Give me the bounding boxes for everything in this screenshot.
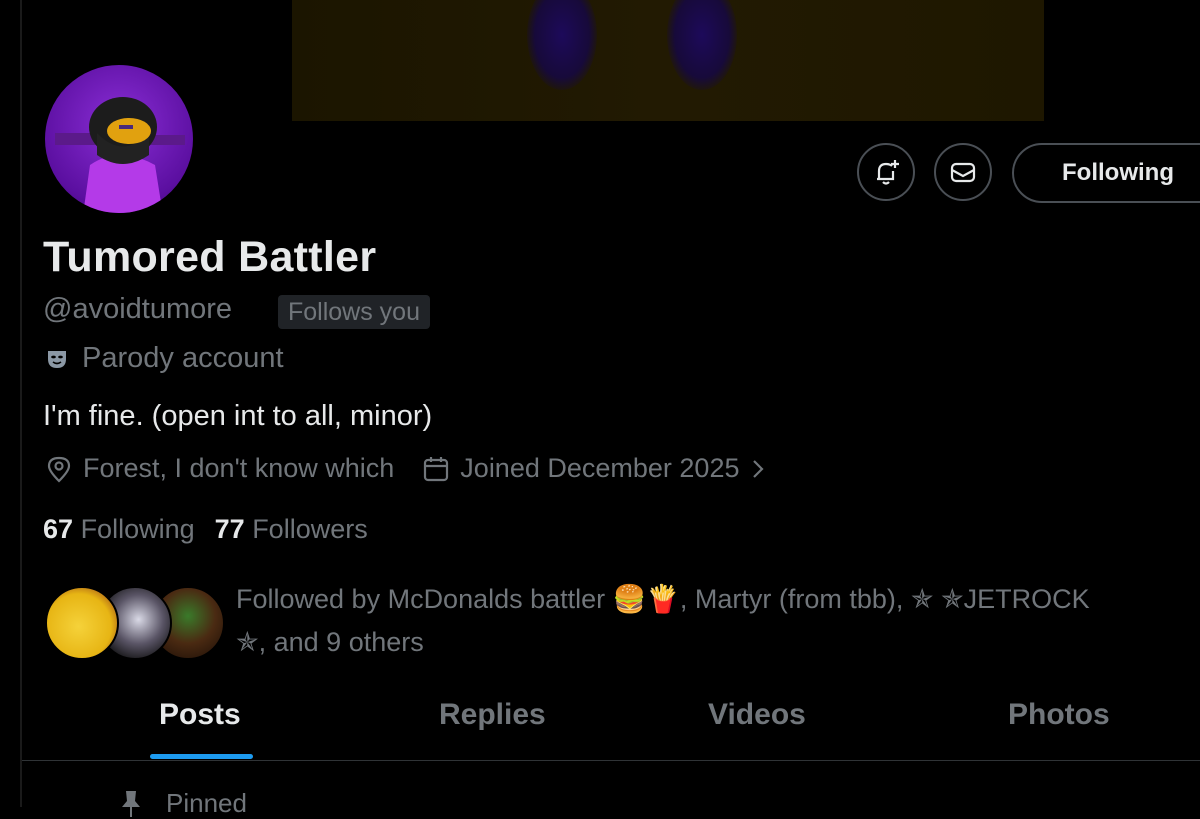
banner-eye-left	[527, 0, 597, 90]
joined-text: Joined December 2025	[460, 453, 740, 483]
pinned-indicator: Pinned	[120, 788, 247, 819]
following-count: 67	[43, 514, 74, 544]
followers-count-link[interactable]: 77 Followers	[215, 514, 368, 544]
mask-icon	[48, 350, 66, 368]
followed-by-line-2: ✯, and 9 others	[236, 627, 424, 657]
mutual-avatar	[45, 586, 119, 660]
tab-divider	[22, 760, 1200, 761]
message-button[interactable]	[934, 143, 992, 201]
location: Forest, I don't know which	[45, 453, 394, 484]
followers-count: 77	[214, 514, 245, 544]
avatar-art	[55, 97, 185, 213]
banner-eye-right	[667, 0, 737, 90]
followed-by-avatars[interactable]	[45, 586, 225, 660]
tab-replies[interactable]: Replies	[439, 698, 546, 732]
follows-you-badge: Follows you	[278, 295, 430, 329]
parody-account-label: Parody account	[46, 342, 284, 375]
location-text: Forest, I don't know which	[83, 453, 395, 483]
profile-avatar[interactable]	[42, 62, 196, 216]
left-border	[20, 0, 22, 807]
envelope-icon	[950, 162, 976, 183]
tab-photos[interactable]: Photos	[1008, 698, 1110, 732]
followed-by-line-1: Followed by McDonalds battler 🍔🍟, Martyr…	[236, 584, 1090, 614]
followers-count-label: Followers	[252, 514, 368, 544]
following-button[interactable]: Following	[1012, 143, 1200, 203]
followed-by-text[interactable]: Followed by McDonalds battler 🍔🍟, Martyr…	[236, 578, 1200, 664]
following-count-label: Following	[80, 514, 195, 544]
pinned-label: Pinned	[166, 788, 247, 818]
profile-meta: Forest, I don't know which Joined Decemb…	[45, 453, 803, 484]
calendar-icon	[424, 456, 449, 481]
display-name: Tumored Battler	[43, 233, 377, 281]
tab-videos[interactable]: Videos	[708, 698, 806, 732]
profile-banner[interactable]	[292, 0, 1044, 121]
following-count-link[interactable]: 67 Following	[43, 514, 195, 544]
location-pin-icon	[47, 456, 71, 483]
parody-text: Parody account	[82, 342, 284, 374]
bio: I'm fine. (open int to all, minor)	[43, 400, 433, 432]
active-tab-indicator	[150, 754, 253, 759]
profile-tabs: Posts Replies Videos Photos	[0, 690, 1200, 760]
follow-counts: 67 Following 77 Followers	[43, 514, 368, 545]
user-handle: @avoidtumore	[43, 293, 233, 325]
notify-button[interactable]	[857, 143, 915, 201]
chevron-right-icon	[753, 459, 765, 478]
tab-posts[interactable]: Posts	[159, 698, 241, 732]
pin-icon	[122, 790, 140, 817]
bell-plus-icon	[877, 160, 899, 185]
joined-date[interactable]: Joined December 2025	[422, 453, 775, 484]
